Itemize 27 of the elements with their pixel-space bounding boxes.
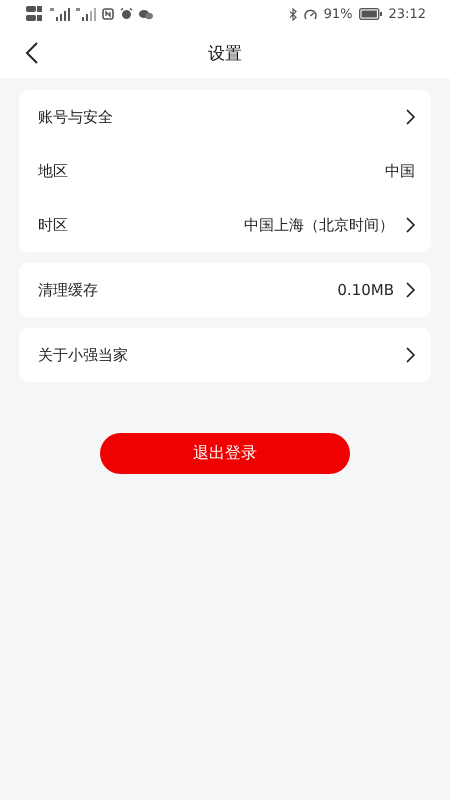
back-icon[interactable] — [25, 41, 39, 65]
row-label: 地区 — [38, 162, 69, 180]
speedometer-icon — [302, 8, 318, 20]
row-value: 中国上海（北京时间） — [244, 216, 394, 234]
nfc-icon — [102, 8, 114, 20]
settings-row[interactable]: 清理缓存 0.10MB — [19, 263, 431, 317]
settings-row[interactable]: 地区 中国 — [19, 144, 431, 198]
row-value: 0.10MB — [337, 281, 394, 299]
signal-icon — [50, 7, 70, 21]
row-label: 账号与安全 — [38, 108, 114, 126]
row-label: 清理缓存 — [38, 280, 99, 300]
row-label: 关于小强当家 — [38, 346, 129, 364]
battery-percent: 91% — [324, 6, 353, 22]
signal-icon — [76, 7, 96, 21]
page-title: 设置 — [208, 42, 242, 64]
chat-icon — [139, 8, 153, 20]
settings-row[interactable]: 关于小强当家 — [19, 328, 431, 382]
battery-icon — [358, 8, 383, 20]
settings-row[interactable]: 时区 中国上海（北京时间） — [19, 198, 431, 252]
alarm-icon — [120, 8, 133, 20]
sim-icon — [26, 5, 44, 23]
settings-row[interactable]: 账号与安全 — [19, 90, 431, 144]
clock: 23:12 — [388, 6, 426, 22]
bluetooth-icon — [288, 8, 297, 20]
row-label: 时区 — [38, 216, 69, 234]
logout-button[interactable]: 退出登录 — [100, 433, 350, 474]
row-value: 中国 — [385, 162, 415, 180]
